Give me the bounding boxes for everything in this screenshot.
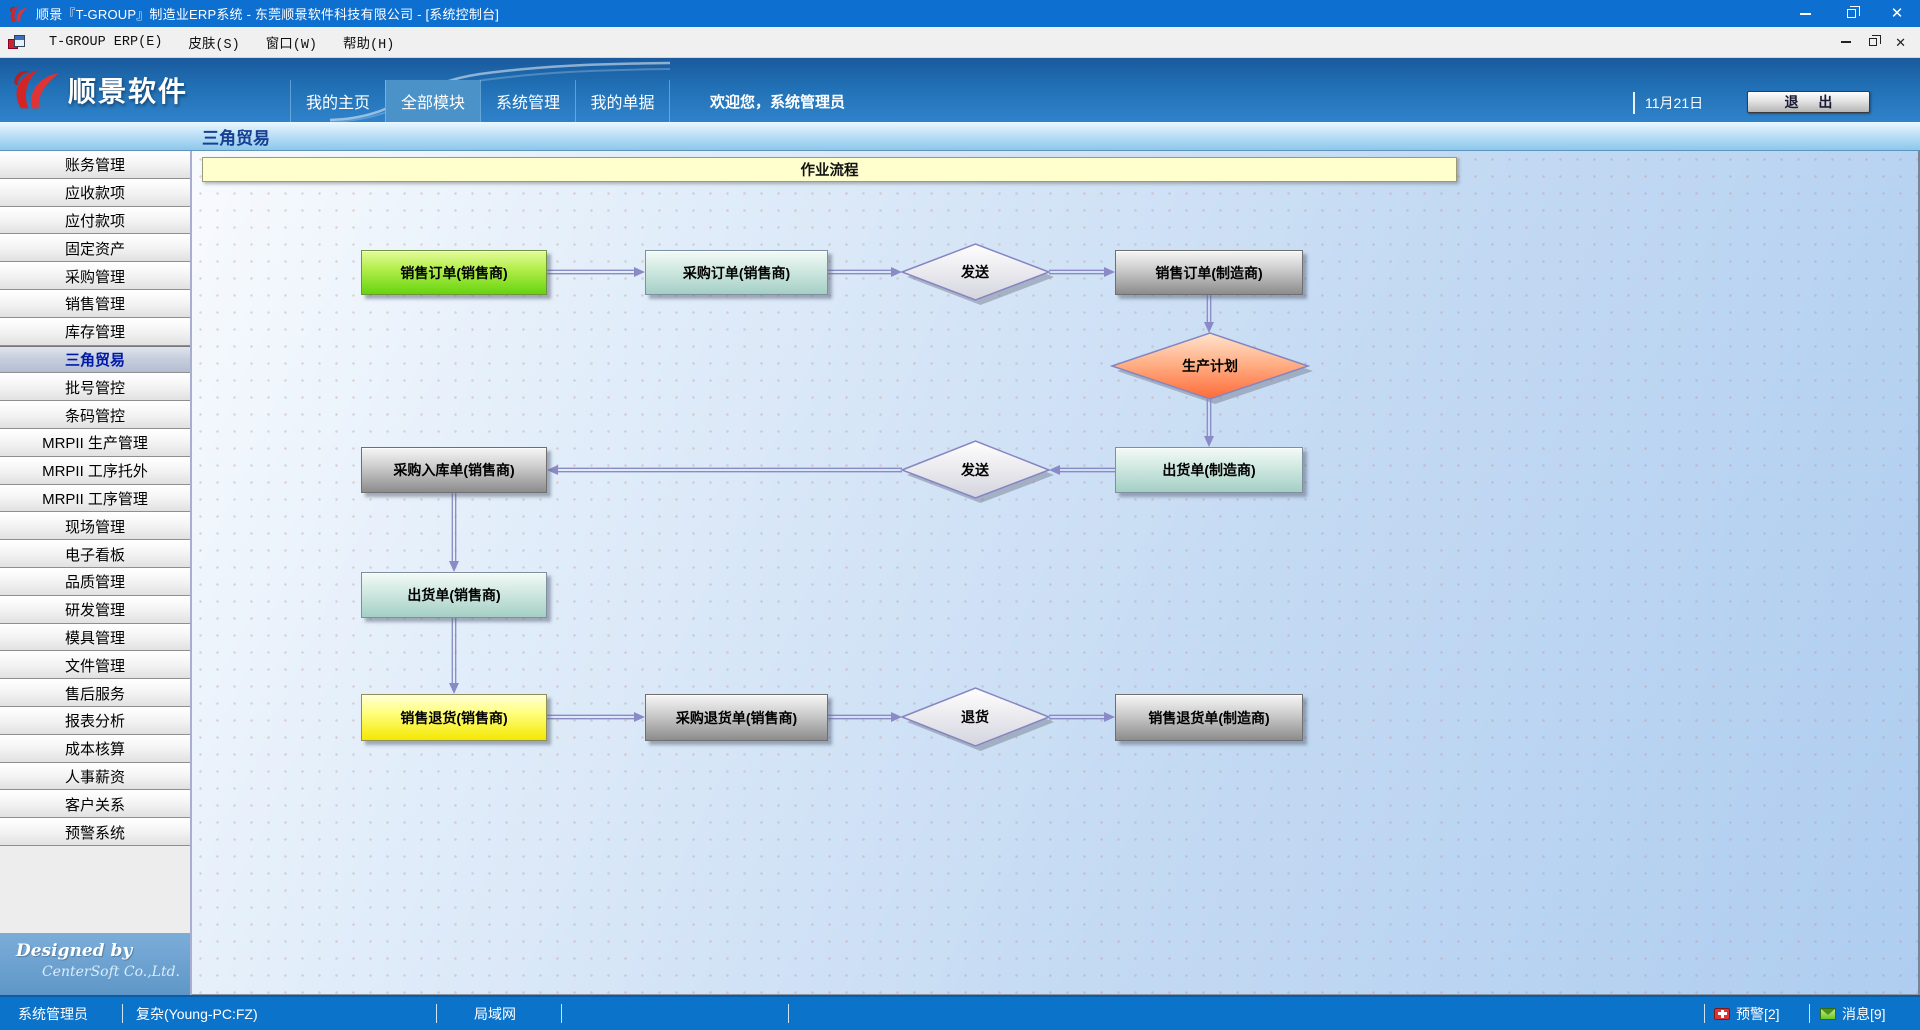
sidebar-item-accounting[interactable]: 账务管理 [0, 151, 190, 179]
designed-by-panel: Designed by CenterSoft Co.,Ltd. [0, 933, 190, 995]
flow-node-sales-order-maker[interactable]: 销售订单(制造商) [1115, 250, 1303, 295]
sidebar-item-costing[interactable]: 成本核算 [0, 735, 190, 763]
sidebar-item-inventory[interactable]: 库存管理 [0, 318, 190, 346]
sidebar-item-batch-control[interactable]: 批号管控 [0, 373, 190, 401]
flow-node-purchase-return-seller[interactable]: 采购退货单(销售商) [645, 694, 828, 741]
sidebar-item-mrp2-process[interactable]: MRPII 工序管理 [0, 485, 190, 513]
page-title: 三角贸易 [0, 124, 270, 149]
messages-label: 消息[9] [1842, 1004, 1886, 1024]
tab-system-admin[interactable]: 系统管理 [480, 80, 575, 122]
sidebar-item-alert-system[interactable]: 预警系统 [0, 818, 190, 846]
mdi-restore-icon[interactable] [1869, 38, 1877, 46]
header-tabs: 我的主页 全部模块 系统管理 我的单据 [290, 80, 670, 122]
restore-button[interactable] [1828, 0, 1874, 27]
sidebar-item-payables[interactable]: 应付款项 [0, 207, 190, 235]
sidebar-item-mrp2-outsourcing[interactable]: MRPII 工序托外 [0, 457, 190, 485]
main-area: 账务管理 应收款项 应付款项 固定资产 采购管理 销售管理 库存管理 三角贸易 … [0, 151, 1920, 995]
sidebar-item-sales[interactable]: 销售管理 [0, 290, 190, 318]
sidebar-item-after-sales[interactable]: 售后服务 [0, 679, 190, 707]
sidebar-item-quality[interactable]: 品质管理 [0, 568, 190, 596]
sidebar-item-fixed-assets[interactable]: 固定资产 [0, 234, 190, 262]
mdi-window-icon [8, 35, 26, 50]
minimize-button[interactable] [1782, 0, 1828, 27]
sidebar-item-mold[interactable]: 模具管理 [0, 624, 190, 652]
tab-my-documents[interactable]: 我的单据 [575, 80, 670, 122]
tab-my-home[interactable]: 我的主页 [290, 80, 385, 122]
sidebar-item-rnd[interactable]: 研发管理 [0, 596, 190, 624]
menu-tgroup-erp[interactable]: T-GROUP ERP(E) [36, 27, 175, 57]
sidebar-item-reports[interactable]: 报表分析 [0, 707, 190, 735]
designed-by-line1: Designed by [16, 941, 180, 961]
status-separator [788, 1004, 789, 1023]
sidebar-item-hr-payroll[interactable]: 人事薪资 [0, 763, 190, 791]
flow-diamond-label-return: 退货 [961, 707, 989, 727]
alerts-label: 预警[2] [1736, 1004, 1780, 1024]
exit-button[interactable]: 退 出 [1747, 91, 1870, 113]
sidebar-item-shopfloor[interactable]: 现场管理 [0, 512, 190, 540]
close-icon: ✕ [1891, 6, 1904, 21]
breadcrumb-bar: 三角贸易 [0, 122, 1920, 151]
status-separator [1704, 1004, 1705, 1023]
status-separator [561, 1004, 562, 1023]
status-bar: 系统管理员 复杂(Young-PC:FZ) 局域网 预警[2] 消息[9] [0, 995, 1920, 1030]
sidebar-item-crm[interactable]: 客户关系 [0, 790, 190, 818]
alert-kit-icon [1714, 1008, 1730, 1020]
status-alerts[interactable]: 预警[2] [1714, 997, 1780, 1030]
flow-node-purchase-order-seller[interactable]: 采购订单(销售商) [645, 250, 828, 295]
flow-node-purchase-receipt-seller[interactable]: 采购入库单(销售商) [361, 447, 547, 493]
status-separator [436, 1004, 437, 1023]
window-title: 顺景『T-GROUP』制造业ERP系统 - 东莞顺景软件科技有限公司 - [系统… [36, 4, 499, 23]
sidebar-filler [0, 846, 190, 933]
tab-all-modules[interactable]: 全部模块 [385, 80, 480, 122]
status-user: 系统管理员 [18, 997, 88, 1030]
flow-node-shipment-seller[interactable]: 出货单(销售商) [361, 572, 547, 618]
menu-bar: T-GROUP ERP(E) 皮肤(S) 窗口(W) 帮助(H) ✕ [0, 27, 1920, 58]
menu-window[interactable]: 窗口(W) [253, 27, 330, 57]
mdi-minimize-icon[interactable] [1841, 41, 1851, 44]
flow-node-sales-return-maker[interactable]: 销售退货单(制造商) [1115, 694, 1303, 741]
status-separator [122, 1004, 123, 1023]
flow-diamond-label-production-plan: 生产计划 [1182, 356, 1238, 376]
menu-help[interactable]: 帮助(H) [330, 27, 407, 57]
flow-node-shipment-maker[interactable]: 出货单(制造商) [1115, 447, 1303, 493]
flow-diamond-label-send1: 发送 [961, 262, 989, 282]
welcome-text: 欢迎您，系统管理员 [710, 80, 845, 122]
menu-skin[interactable]: 皮肤(S) [175, 27, 252, 57]
flowchart-canvas: 作业流程 销售订单(销售商) 采购订单(销售商) 销售订单(制造商) 采购入库单… [192, 151, 1920, 995]
message-envelope-icon [1820, 1008, 1836, 1020]
module-sidebar: 账务管理 应收款项 应付款项 固定资产 采购管理 销售管理 库存管理 三角贸易 … [0, 151, 192, 995]
sidebar-item-triangle-trade[interactable]: 三角贸易 [0, 346, 190, 374]
designed-by-line2: CenterSoft Co.,Ltd. [16, 964, 180, 980]
sidebar-item-receivables[interactable]: 应收款项 [0, 179, 190, 207]
status-separator [1809, 1004, 1810, 1023]
sidebar-item-barcode-control[interactable]: 条码管控 [0, 401, 190, 429]
brand-swoosh-icon [10, 66, 62, 114]
sidebar-item-files[interactable]: 文件管理 [0, 651, 190, 679]
restore-icon [1847, 9, 1856, 18]
sidebar-item-kanban[interactable]: 电子看板 [0, 540, 190, 568]
flow-title-bar: 作业流程 [202, 157, 1457, 182]
sidebar-item-purchasing[interactable]: 采购管理 [0, 262, 190, 290]
minimize-icon [1800, 13, 1811, 15]
app-logo-icon [8, 4, 30, 24]
flow-node-sales-order-seller[interactable]: 销售订单(销售商) [361, 250, 547, 295]
mdi-close-icon[interactable]: ✕ [1895, 36, 1906, 49]
flow-diamond-label-send2: 发送 [961, 460, 989, 480]
flow-node-sales-return-seller[interactable]: 销售退货(销售商) [361, 694, 547, 741]
status-messages[interactable]: 消息[9] [1820, 997, 1886, 1030]
sidebar-item-mrp2-production[interactable]: MRPII 生产管理 [0, 429, 190, 457]
status-host: 复杂(Young-PC:FZ) [136, 997, 258, 1030]
header-date: 11月21日 [1633, 92, 1703, 114]
brand-name: 顺景软件 [68, 70, 188, 110]
close-button[interactable]: ✕ [1874, 0, 1920, 27]
brand-logo: 顺景软件 [10, 62, 188, 118]
status-network: 局域网 [474, 997, 516, 1030]
app-header: 顺景软件 我的主页 全部模块 系统管理 我的单据 欢迎您，系统管理员 11月21… [0, 58, 1920, 122]
title-bar: 顺景『T-GROUP』制造业ERP系统 - 东莞顺景软件科技有限公司 - [系统… [0, 0, 1920, 27]
